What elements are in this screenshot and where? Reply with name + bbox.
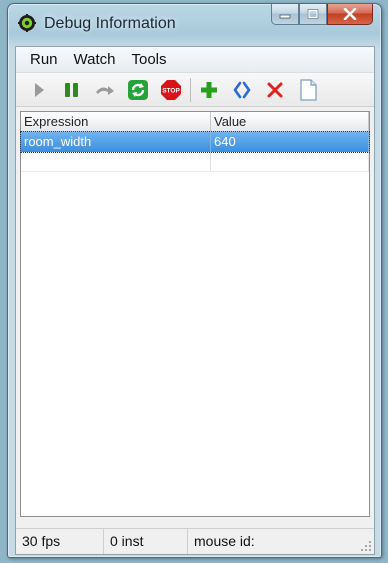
delete-watch-button[interactable] (261, 77, 289, 103)
restart-button[interactable] (124, 77, 152, 103)
maximize-button[interactable] (299, 4, 327, 25)
pause-button[interactable] (58, 77, 86, 103)
maximize-icon (307, 9, 319, 19)
menu-run[interactable]: Run (22, 49, 66, 70)
client-area: Run Watch Tools STOP Expression Value ro… (15, 46, 375, 555)
step-icon (96, 85, 114, 95)
svg-text:STOP: STOP (162, 87, 180, 94)
expression-cell-empty (21, 152, 211, 171)
watch-list[interactable]: Expression Value room_width 640 (20, 111, 370, 517)
menu-tools[interactable]: Tools (123, 49, 174, 70)
table-row-empty[interactable] (21, 152, 369, 172)
column-header-value[interactable]: Value (211, 112, 369, 131)
status-mouse: mouse id: (194, 533, 255, 549)
toolbar-separator (190, 77, 191, 102)
status-fps: 30 fps (16, 529, 104, 554)
title-bar[interactable]: Debug Information (8, 4, 381, 44)
minimize-icon (279, 14, 291, 19)
table-row[interactable]: room_width 640 (20, 131, 370, 153)
add-watch-button[interactable] (195, 77, 223, 103)
watch-list-header: Expression Value (21, 112, 369, 132)
restart-icon (128, 79, 148, 100)
expression-cell: room_width (21, 132, 211, 152)
add-watch-icon (201, 81, 217, 98)
play-icon (35, 82, 44, 97)
menu-bar: Run Watch Tools (16, 47, 374, 73)
status-instances: 0 inst (104, 529, 188, 554)
pause-icon (65, 82, 78, 97)
document-icon (300, 78, 317, 101)
stop-button[interactable]: STOP (157, 77, 185, 103)
toolbar: STOP (16, 73, 374, 107)
close-button[interactable] (327, 4, 373, 25)
refresh-watch-icon (233, 81, 251, 98)
status-bar: 30 fps 0 inst mouse id: (16, 528, 374, 554)
app-gear-icon (18, 14, 36, 32)
close-icon (343, 8, 357, 20)
step-button[interactable] (91, 77, 119, 103)
value-cell: 640 (211, 132, 369, 152)
value-cell-empty (211, 152, 369, 171)
minimize-button[interactable] (271, 4, 299, 25)
refresh-watch-button[interactable] (228, 77, 256, 103)
column-header-expression[interactable]: Expression (21, 112, 211, 131)
run-button[interactable] (25, 77, 53, 103)
caption-buttons (271, 4, 373, 26)
debug-window: Debug Information Run Watch Tools STOP E… (7, 3, 382, 558)
stop-icon: STOP (161, 79, 181, 100)
window-title: Debug Information (44, 15, 176, 32)
delete-watch-icon (267, 82, 283, 97)
resize-grip-icon[interactable] (360, 540, 372, 552)
clear-watch-button[interactable] (294, 77, 322, 103)
menu-watch[interactable]: Watch (66, 49, 124, 70)
